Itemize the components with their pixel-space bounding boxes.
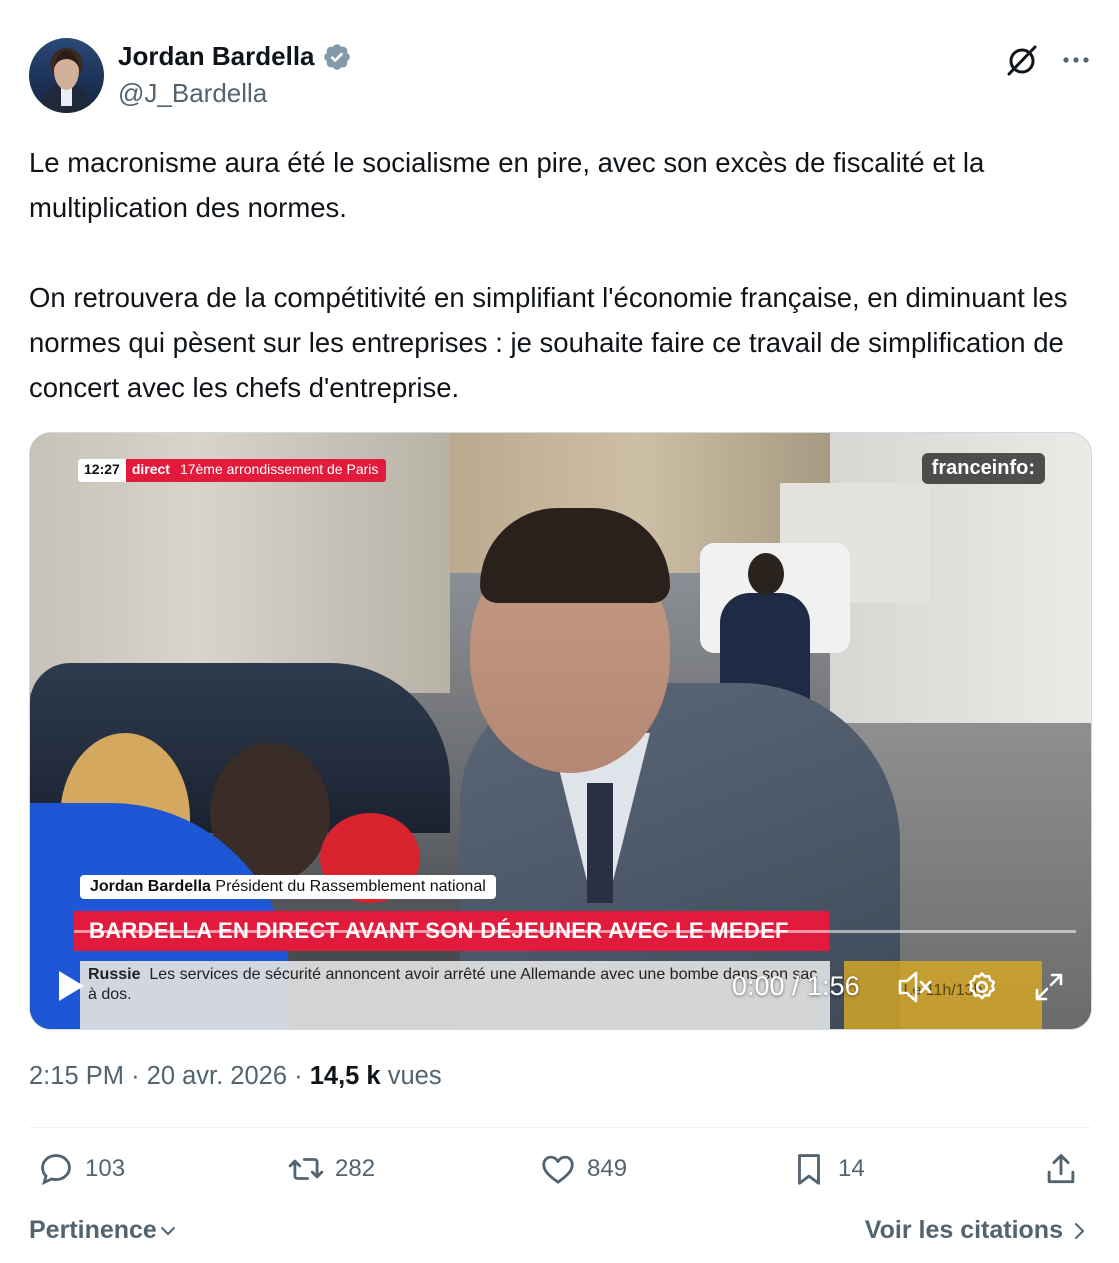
reply-button[interactable]: 103: [37, 1150, 125, 1188]
chevron-right-icon: [1075, 1222, 1084, 1239]
lower-third-title: Président du Rassemblement national: [215, 878, 486, 895]
author-handle[interactable]: @J_Bardella: [118, 78, 267, 109]
like-icon: [542, 1155, 574, 1184]
broadcast-location: 17ème arrondissement de Paris: [175, 459, 387, 482]
author-name[interactable]: Jordan Bardella: [118, 41, 315, 72]
fullscreen-icon[interactable]: [1033, 971, 1065, 1003]
broadcast-live-tag: 12:27 direct 17ème arrondissement de Par…: [78, 459, 387, 482]
bookmark-icon: [798, 1154, 820, 1185]
chevron-down-icon: [160, 1226, 175, 1235]
tweet-time[interactable]: 2:15 PM: [29, 1062, 124, 1090]
tweet-meta: 2:15 PM · 20 avr. 2026 · 14,5 k vues: [29, 1062, 442, 1091]
bookmark-button[interactable]: 14: [790, 1150, 865, 1188]
more-icon[interactable]: [1059, 43, 1093, 77]
ticker-text: Les services de sécurité annoncent avoir…: [88, 966, 818, 1003]
author-name-row: Jordan Bardella: [118, 41, 352, 72]
settings-icon[interactable]: [965, 970, 999, 1004]
ticker-label: Russie: [88, 966, 141, 983]
share-button[interactable]: [1042, 1150, 1080, 1188]
reply-count: 103: [85, 1155, 126, 1182]
meta-separator: ·: [294, 1062, 303, 1090]
broadcast-live-label: direct: [125, 459, 176, 482]
channel-logo: franceinfo:: [921, 453, 1045, 484]
views-count: 14,5 k: [309, 1062, 381, 1090]
avatar[interactable]: [29, 38, 104, 113]
tweet-paragraph-2: On retrouvera de la compétitivité en sim…: [29, 282, 1068, 403]
bookmark-count: 14: [838, 1155, 865, 1182]
ticker-program: Le 11h/13h: [844, 961, 1042, 1029]
repost-button[interactable]: 282: [287, 1150, 375, 1188]
quotes-label: Voir les citations: [864, 1216, 1063, 1244]
reply-icon: [41, 1154, 71, 1186]
like-button[interactable]: 849: [539, 1150, 627, 1188]
share-icon: [1047, 1154, 1075, 1184]
divider: [29, 1127, 1091, 1128]
play-icon[interactable]: [56, 969, 86, 1003]
repost-icon: [288, 1158, 324, 1180]
repost-count: 282: [335, 1155, 376, 1182]
video-progress-bar[interactable]: [74, 930, 1076, 933]
news-ticker: Russie Les services de sécurité annoncen…: [80, 961, 830, 1029]
video-time: 0:00 / 1:56: [732, 971, 860, 1001]
grok-icon[interactable]: [1004, 42, 1040, 78]
video-player[interactable]: 12:27 direct 17ème arrondissement de Par…: [29, 432, 1092, 1030]
lower-third-person: Jordan Bardella: [90, 878, 211, 895]
views-label: vues: [387, 1062, 442, 1090]
volume-icon[interactable]: [896, 969, 934, 1005]
meta-separator: ·: [131, 1062, 140, 1090]
action-bar: 103 282 849 14: [29, 1150, 1091, 1196]
sort-label: Pertinence: [29, 1216, 157, 1244]
tweet-paragraph-1: Le macronisme aura été le socialisme en …: [29, 147, 985, 223]
tweet-header: Jordan Bardella @J_Bardella: [29, 38, 1091, 114]
lower-third-name: Jordan Bardella Président du Rassembleme…: [80, 875, 496, 899]
view-quotes-link[interactable]: Voir les citations: [865, 1216, 1091, 1245]
verified-badge-icon: [323, 43, 350, 70]
broadcast-time: 12:27: [78, 459, 126, 482]
tweet-date[interactable]: 20 avr. 2026: [147, 1062, 287, 1090]
sort-selector[interactable]: Pertinence: [29, 1216, 179, 1245]
like-count: 849: [587, 1155, 628, 1182]
tweet-text: Le macronisme aura été le socialisme en …: [29, 140, 1099, 410]
